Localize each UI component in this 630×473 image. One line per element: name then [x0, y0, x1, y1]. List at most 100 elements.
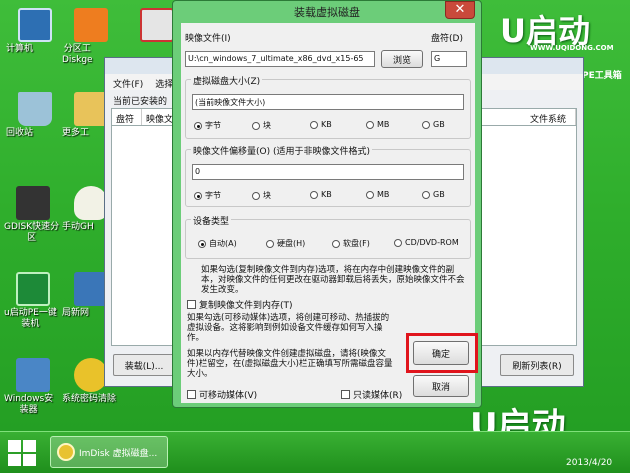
- radio: [252, 121, 260, 130]
- removable-media-checkbox[interactable]: 可移动媒体(V): [187, 388, 257, 401]
- menu-file[interactable]: 文件(F): [113, 77, 143, 90]
- recycle-bin-icon: [18, 92, 52, 126]
- desktop-icon-recycle-bin[interactable]: 回收站: [6, 92, 64, 138]
- removable-media-info: 如果勾选(可移动媒体)选项，将创建可移动、热插拔的虚拟设备。这将影响到例如设备文…: [187, 313, 390, 343]
- desktop-icon-label: 回收站: [6, 128, 34, 138]
- radio-label: MB: [377, 190, 390, 199]
- radio-label: KB: [321, 190, 332, 199]
- offset-input[interactable]: 0: [192, 164, 464, 180]
- desktop-icon-label: 计算机: [6, 44, 34, 54]
- drive-letter-input[interactable]: G: [431, 51, 467, 67]
- ghost-icon: [74, 186, 108, 220]
- taskbar-item-label: ImDisk 虚拟磁盘...: [79, 448, 158, 459]
- radio-label: 块: [263, 121, 271, 130]
- radio: [422, 190, 430, 199]
- offset-unit-gb[interactable]: GB: [422, 190, 445, 199]
- readonly-media-checkbox[interactable]: 只读媒体(R): [341, 388, 402, 401]
- start-tile: [23, 454, 36, 466]
- radio: [366, 190, 374, 199]
- size-unit-bytes[interactable]: 字节: [194, 120, 221, 131]
- offset-unit-blocks[interactable]: 块: [252, 190, 271, 201]
- device-cdrom[interactable]: CD/DVD-ROM: [394, 238, 459, 247]
- u-logo-icon: [16, 272, 50, 306]
- memory-disk-info: 如果以内存代替映像文件创建虚拟磁盘，请将(映像文件)栏留空，在(虚拟磁盘大小)栏…: [187, 349, 393, 379]
- desktop-icon-gdisk[interactable]: GDISK快速分 区: [4, 186, 62, 243]
- disk-size-group: 虚拟磁盘大小(Z) (当前映像文件大小) 字节 块 KB MB GB: [185, 74, 471, 139]
- offset-unit-kb[interactable]: KB: [310, 190, 332, 199]
- desktop-icon-upe-install[interactable]: u启动PE一键 装机: [4, 272, 62, 329]
- disc-icon: [57, 443, 75, 461]
- desktop-icon-computer[interactable]: 计算机: [6, 8, 64, 54]
- device-auto[interactable]: 自动(A): [198, 238, 237, 249]
- radio-label: GB: [433, 190, 445, 199]
- device-type-group-title: 设备类型: [191, 214, 232, 227]
- copy-to-memory-checkbox[interactable]: 复制映像文件到内存(T): [187, 298, 293, 311]
- column-filesystem[interactable]: 文件系统: [526, 109, 576, 125]
- radio: [266, 239, 274, 248]
- radio-label: 硬盘(H): [277, 239, 306, 248]
- desktop-icon-windows-installer[interactable]: Windows安 装器: [4, 358, 62, 415]
- checkbox: [187, 300, 196, 309]
- size-unit-blocks[interactable]: 块: [252, 120, 271, 131]
- brand-pe-toolbox: PE工具箱: [582, 71, 622, 81]
- toolbox-icon: [140, 8, 174, 42]
- radio-label: 软盘(F): [343, 239, 370, 248]
- desktop-icon-label: 分区工 Diskge: [62, 44, 93, 65]
- radio: [422, 120, 430, 129]
- desktop-icon-label: 更多工: [62, 128, 90, 138]
- desktop-icon-label: Windows安 装器: [4, 394, 54, 415]
- radio: [394, 238, 402, 247]
- diskgenius-icon: [74, 8, 108, 42]
- radio-label: 字节: [205, 121, 221, 130]
- radio-selected: [194, 191, 202, 200]
- folder-icon: [74, 92, 108, 126]
- refresh-list-button[interactable]: 刷新列表(R): [500, 354, 574, 376]
- radio-label: KB: [321, 120, 332, 129]
- checkbox: [341, 390, 350, 399]
- windows-installer-icon: [16, 358, 50, 392]
- menu-select[interactable]: 选择: [155, 77, 173, 90]
- key-icon: [74, 358, 108, 392]
- mount-virtual-disk-dialog: 装载虚拟磁盘 ✕ 映像文件(I) 盘符(D) U:\cn_windows_7_u…: [172, 0, 482, 408]
- size-unit-kb[interactable]: KB: [310, 120, 332, 129]
- computer-icon: [18, 8, 52, 42]
- start-button[interactable]: [8, 440, 36, 466]
- offset-unit-mb[interactable]: MB: [366, 190, 389, 199]
- desktop-icon-label: u启动PE一键 装机: [4, 308, 57, 329]
- desktop-icon-diskgenius[interactable]: 分区工 Diskge: [62, 8, 120, 65]
- close-button[interactable]: ✕: [445, 1, 475, 19]
- brand-website: WWW.UQIDONG.COM: [530, 44, 614, 52]
- radio: [310, 190, 318, 199]
- device-harddisk[interactable]: 硬盘(H): [266, 238, 305, 249]
- disk-size-input[interactable]: (当前映像文件大小): [192, 94, 464, 110]
- desktop-icon-label: GDISK快速分 区: [4, 222, 60, 243]
- offset-group-title: 映像文件偏移量(O) (适用于非映像文件格式): [191, 144, 372, 157]
- device-floppy[interactable]: 软盘(F): [332, 238, 370, 249]
- radio: [252, 191, 260, 200]
- size-unit-mb[interactable]: MB: [366, 120, 389, 129]
- checkbox: [187, 390, 196, 399]
- image-file-label: 映像文件(I): [185, 34, 231, 44]
- checkbox-label: 只读媒体(R): [353, 391, 403, 401]
- start-tile: [8, 440, 21, 452]
- column-drive[interactable]: 盘符: [112, 109, 142, 125]
- size-unit-gb[interactable]: GB: [422, 120, 445, 129]
- offset-unit-bytes[interactable]: 字节: [194, 190, 221, 201]
- desktop-icon-label: 局新网: [62, 308, 90, 318]
- checkbox-label: 复制映像文件到内存(T): [199, 301, 293, 311]
- clock-date[interactable]: 2013/4/20: [566, 458, 612, 468]
- copy-to-memory-info: 如果勾选(复制映像文件到内存)选项，将在内存中创建映像文件的副本，对映像文件的任…: [201, 265, 465, 295]
- browse-button[interactable]: 浏览: [381, 50, 423, 68]
- image-file-input[interactable]: U:\cn_windows_7_ultimate_x86_dvd_x15-65: [185, 51, 375, 67]
- dialog-title: 装载虚拟磁盘: [294, 6, 360, 19]
- taskbar-item-imdisk[interactable]: ImDisk 虚拟磁盘...: [50, 436, 168, 468]
- radio-label: CD/DVD-ROM: [405, 238, 459, 247]
- radio-label: 自动(A): [209, 239, 237, 248]
- disk-size-group-title: 虚拟磁盘大小(Z): [191, 74, 263, 87]
- checkbox-label: 可移动媒体(V): [199, 391, 258, 401]
- drive-letter-label: 盘符(D): [431, 34, 463, 44]
- cancel-button[interactable]: 取消: [413, 375, 469, 397]
- load-button[interactable]: 装载(L)...: [113, 354, 175, 376]
- taskbar: ImDisk 虚拟磁盘... 2013/4/20: [0, 431, 630, 473]
- radio-label: MB: [377, 120, 390, 129]
